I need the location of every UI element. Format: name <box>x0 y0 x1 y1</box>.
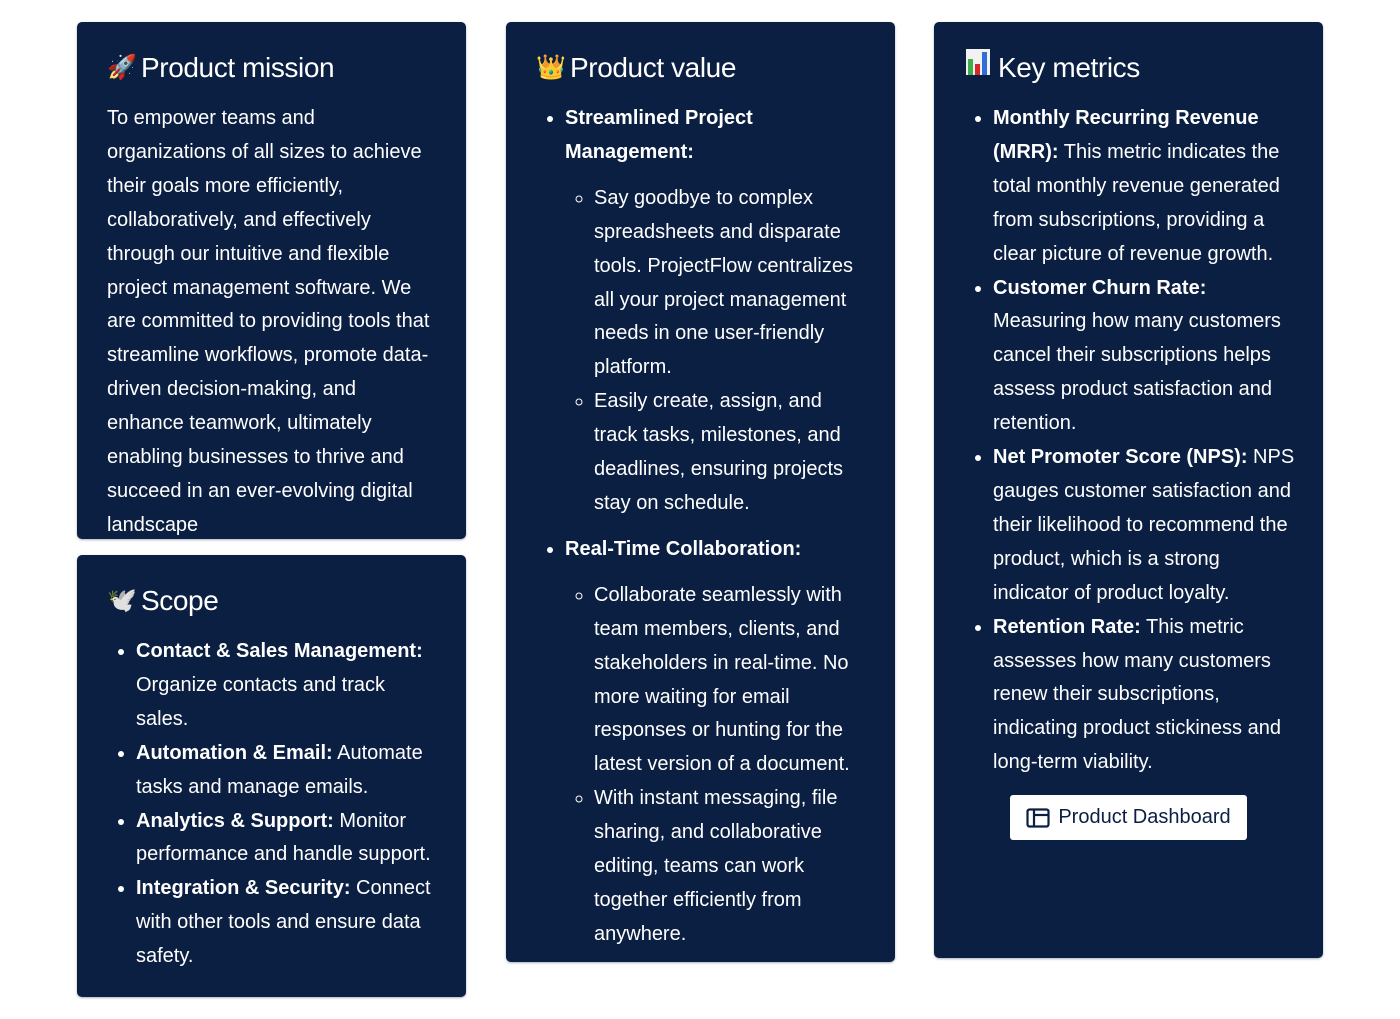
scope-item-label: Automation & Email: <box>136 741 333 764</box>
value-subitem: Easily create, assign, and track tasks, … <box>594 385 867 521</box>
scope-heading: 🕊️ Scope <box>107 581 438 621</box>
scope-card: 🕊️ Scope Contact & Sales Management: Org… <box>77 555 466 997</box>
metric-item-text: Measuring how many customers cancel thei… <box>993 310 1281 435</box>
metric-item: Retention Rate: This metric assesses how… <box>993 611 1295 781</box>
value-item-label: Real-Time Collaboration: <box>565 537 802 560</box>
dashboard-layout-icon <box>1026 807 1050 828</box>
product-value-heading: 👑 Product value <box>536 48 867 88</box>
scope-item-label: Analytics & Support: <box>136 809 334 832</box>
product-mission-text: To empower teams and organizations of al… <box>107 107 430 536</box>
product-mission-title: Product mission <box>141 52 335 83</box>
metric-item-label: Net Promoter Score (NPS): <box>993 446 1248 469</box>
metric-item: Monthly Recurring Revenue (MRR): This me… <box>993 102 1295 272</box>
product-dashboard-label: Product Dashboard <box>1058 806 1231 828</box>
scope-item: Contact & Sales Management: Organize con… <box>136 635 438 737</box>
value-sublist: Say goodbye to complex spreadsheets and … <box>565 182 867 521</box>
value-subitem: With instant messaging, file sharing, an… <box>594 782 867 952</box>
key-metrics-title: Key metrics <box>998 52 1140 83</box>
scope-item-text: Organize contacts and track sales. <box>136 673 386 730</box>
value-subitem: Say goodbye to complex spreadsheets and … <box>594 182 867 385</box>
scope-item-label: Contact & Sales Management: <box>136 640 423 662</box>
value-item: Streamlined Project Management: Say good… <box>565 102 867 521</box>
metric-item-label: Retention Rate: <box>993 615 1141 638</box>
value-item-label: Streamlined Project Management: <box>565 107 753 163</box>
product-mission-heading: 🚀 Product mission <box>107 48 438 88</box>
key-metrics-heading: Key metrics <box>964 48 1295 88</box>
metric-item: Net Promoter Score (NPS): NPS gauges cus… <box>993 441 1295 611</box>
scope-list: Contact & Sales Management: Organize con… <box>107 635 438 974</box>
product-value-title: Product value <box>570 52 737 83</box>
bar-chart-icon <box>964 48 992 88</box>
product-value-list: Streamlined Project Management: Say good… <box>536 102 867 952</box>
key-metrics-list: Monthly Recurring Revenue (MRR): This me… <box>964 102 1295 780</box>
crown-icon: 👑 <box>536 54 566 81</box>
scope-item: Automation & Email: Automate tasks and m… <box>136 737 438 805</box>
scope-item: Analytics & Support: Monitor performance… <box>136 805 438 873</box>
key-metrics-card: Key metrics Monthly Recurring Revenue (M… <box>934 22 1323 958</box>
dove-icon: 🕊️ <box>107 587 137 614</box>
metric-item: Customer Churn Rate: Measuring how many … <box>993 272 1295 442</box>
scope-item-label: Integration & Security: <box>136 877 351 900</box>
metric-item-label: Customer Churn Rate: <box>993 276 1207 299</box>
metric-item-text: This metric assesses how many customers … <box>993 615 1281 774</box>
metric-item-text: NPS gauges customer satisfaction and the… <box>993 446 1295 604</box>
product-dashboard-button[interactable]: Product Dashboard <box>1010 795 1247 840</box>
value-item: Real-Time Collaboration: Collaborate sea… <box>565 533 867 952</box>
value-subitem: Collaborate seamlessly with team members… <box>594 579 867 782</box>
product-value-card: 👑 Product value Streamlined Project Mana… <box>506 22 895 962</box>
rocket-icon: 🚀 <box>107 54 137 81</box>
bar-chart-icon-graphic <box>966 49 990 75</box>
scope-title: Scope <box>141 585 219 616</box>
scope-item: Integration & Security: Connect with oth… <box>136 872 438 974</box>
product-mission-card: 🚀 Product mission To empower teams and o… <box>77 22 466 539</box>
value-sublist: Collaborate seamlessly with team members… <box>565 579 867 952</box>
